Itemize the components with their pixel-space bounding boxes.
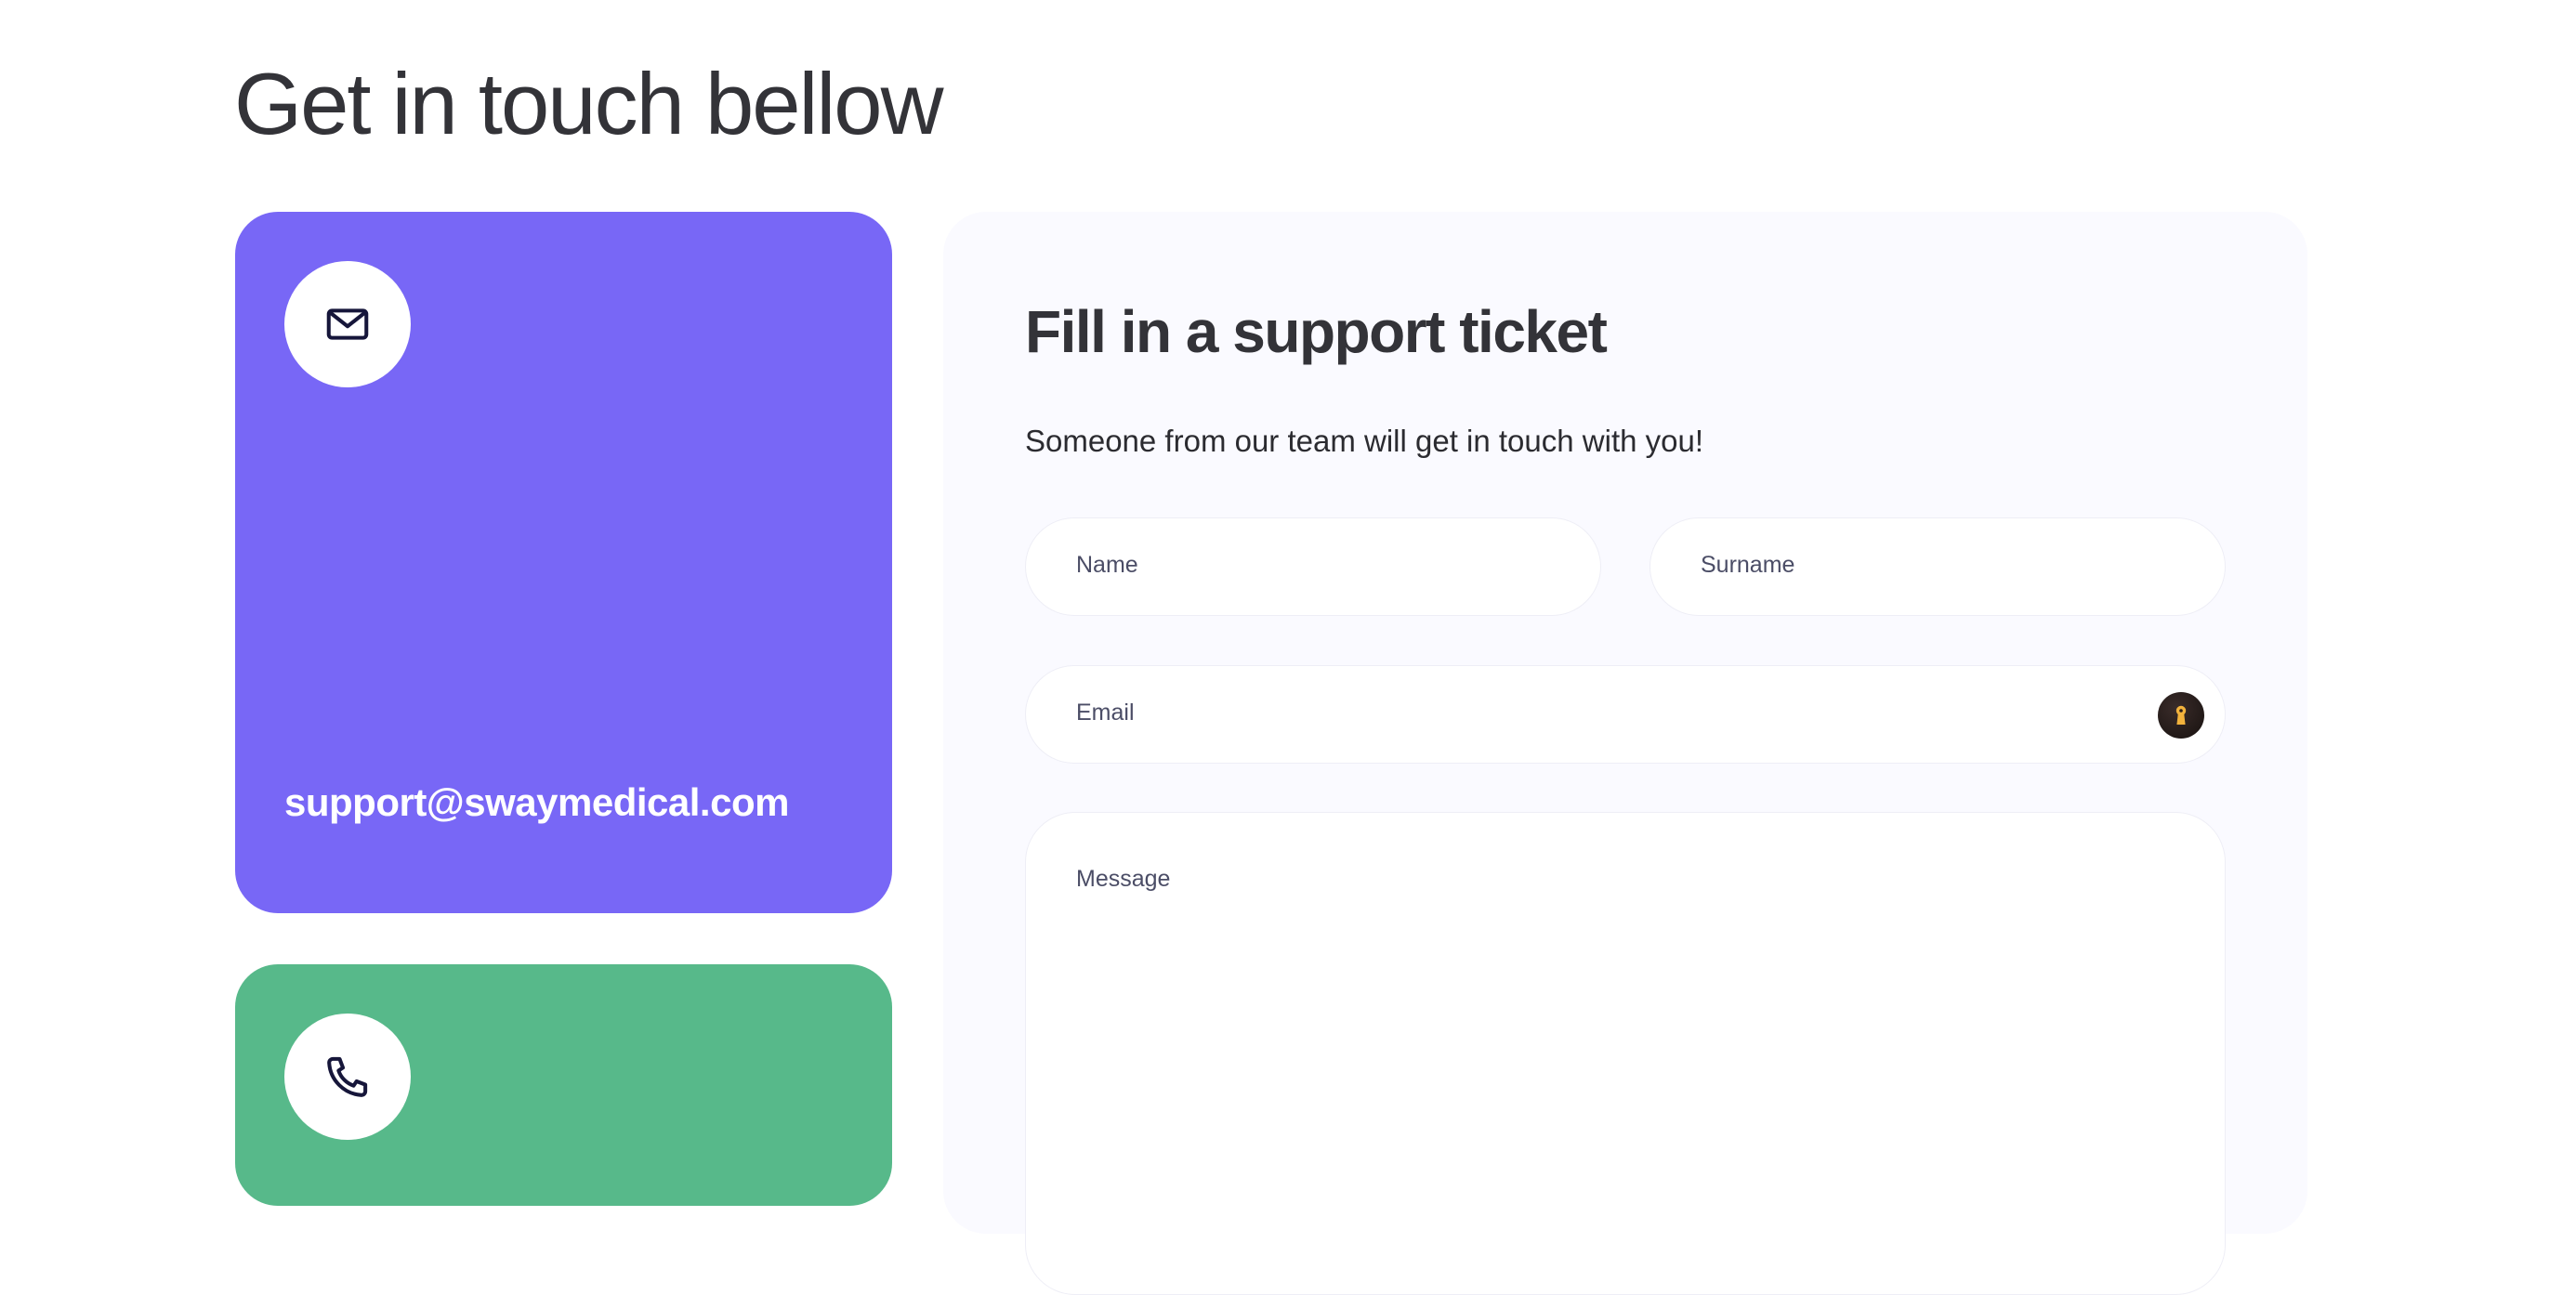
name-field-label: Name bbox=[1076, 552, 1138, 578]
message-field-label: Message bbox=[1076, 866, 1171, 892]
page-title: Get in touch bellow bbox=[234, 55, 943, 152]
phone-icon bbox=[327, 1056, 368, 1097]
email-field-label: Email bbox=[1076, 700, 1135, 726]
support-email-link[interactable]: support@swaymedical.com bbox=[284, 780, 789, 825]
phone-icon-circle bbox=[284, 1014, 411, 1140]
surname-field-label: Surname bbox=[1701, 552, 1795, 578]
message-textarea[interactable]: Message bbox=[1025, 812, 2226, 1295]
mail-icon-circle bbox=[284, 261, 411, 387]
form-subtitle: Someone from our team will get in touch … bbox=[1025, 424, 1704, 458]
support-ticket-form: Fill in a support ticket Someone from ou… bbox=[943, 212, 2307, 1295]
form-title: Fill in a support ticket bbox=[1025, 298, 1608, 365]
mail-icon bbox=[326, 308, 369, 340]
email-contact-card[interactable]: support@swaymedical.com bbox=[235, 212, 892, 913]
phone-contact-card[interactable] bbox=[235, 964, 892, 1206]
keyhole-icon bbox=[2175, 705, 2187, 725]
password-manager-key-icon[interactable] bbox=[2158, 692, 2204, 739]
name-field[interactable]: Name bbox=[1025, 517, 1601, 616]
surname-field[interactable]: Surname bbox=[1649, 517, 2226, 616]
email-field[interactable]: Email bbox=[1025, 665, 2226, 764]
